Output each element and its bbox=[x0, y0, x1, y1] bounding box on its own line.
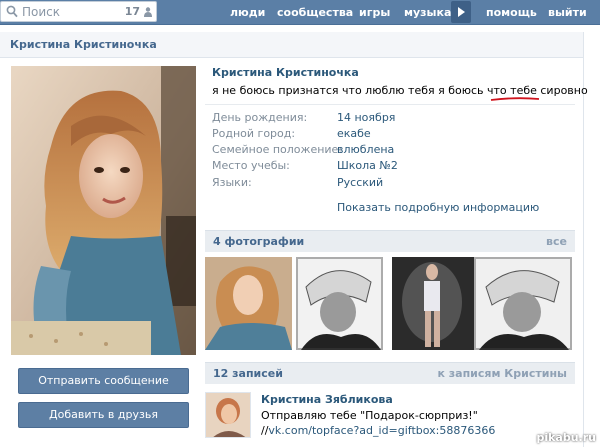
nav-communities[interactable]: сообщества bbox=[277, 6, 353, 19]
photo-thumb-4[interactable] bbox=[474, 257, 572, 350]
avatar-photo bbox=[11, 66, 196, 355]
profile-name: Кристина Кристиночка bbox=[212, 66, 359, 79]
photo-thumb-2[interactable] bbox=[296, 257, 383, 350]
nav-logout[interactable]: выйти bbox=[548, 6, 587, 19]
post-author-avatar[interactable] bbox=[205, 392, 251, 438]
info-divider bbox=[205, 104, 575, 105]
photos-header[interactable]: 4 фотографии все bbox=[205, 230, 575, 252]
add-friend-button[interactable]: Добавить в друзья bbox=[18, 402, 189, 428]
wall-header[interactable]: 12 записей к записям Кристины bbox=[205, 362, 575, 384]
post-author-name[interactable]: Кристина Зябликова bbox=[261, 393, 393, 406]
photo-thumb-1[interactable] bbox=[205, 257, 292, 350]
photos-count[interactable]: 4 фотографии bbox=[213, 235, 304, 248]
photo-image bbox=[296, 257, 383, 350]
page-title-bar: Кристина Кристиночка bbox=[0, 32, 583, 58]
photos-all-link[interactable]: все bbox=[546, 235, 567, 248]
main-nav: люди сообщества игры музыка помощь выйти bbox=[0, 0, 600, 25]
post-text: Отправляю тебе "Подарок-сюрприз!" //vk.c… bbox=[261, 408, 561, 438]
relationship-value[interactable]: влюблена bbox=[337, 143, 394, 156]
watermark: pikabu.ru bbox=[536, 431, 596, 444]
school-label: Место учебы: bbox=[212, 159, 290, 172]
wall-count[interactable]: 12 записей bbox=[213, 367, 283, 380]
page-title: Кристина Кристиночка bbox=[10, 38, 157, 51]
school-value[interactable]: Школа №2 bbox=[337, 159, 398, 172]
hometown-value[interactable]: екабе bbox=[337, 127, 371, 140]
photo-image bbox=[392, 257, 479, 350]
wall-link[interactable]: к записям Кристины bbox=[437, 367, 567, 380]
hometown-label: Родной город: bbox=[212, 127, 296, 140]
birthday-value[interactable]: 14 ноября bbox=[337, 111, 395, 124]
send-message-button[interactable]: Отправить сообщение bbox=[18, 368, 189, 394]
nav-games[interactable]: игры bbox=[359, 6, 390, 19]
photo-image bbox=[205, 257, 292, 350]
photo-thumb-3[interactable] bbox=[392, 257, 479, 350]
post-link[interactable]: vk.com/topface?ad_id=giftbox:58876366 bbox=[268, 424, 495, 437]
birthday-label: День рождения: bbox=[212, 111, 308, 124]
nav-music[interactable]: музыка bbox=[404, 6, 451, 19]
languages-value[interactable]: Русский bbox=[337, 176, 383, 189]
top-bar: Поиск 17 люди сообщества игры музыка пом… bbox=[0, 0, 600, 25]
nav-help[interactable]: помощь bbox=[486, 6, 537, 19]
avatar-photo bbox=[206, 393, 250, 437]
photo-image bbox=[474, 257, 572, 350]
music-play-button[interactable] bbox=[451, 1, 471, 23]
profile-avatar[interactable] bbox=[11, 66, 196, 355]
nav-people[interactable]: люди bbox=[230, 6, 265, 19]
languages-label: Языки: bbox=[212, 176, 252, 189]
show-more-link[interactable]: Показать подробную информацию bbox=[337, 201, 539, 214]
play-icon bbox=[458, 7, 465, 17]
red-underline-mark bbox=[490, 97, 540, 101]
relationship-label: Семейное положение: bbox=[212, 143, 343, 156]
